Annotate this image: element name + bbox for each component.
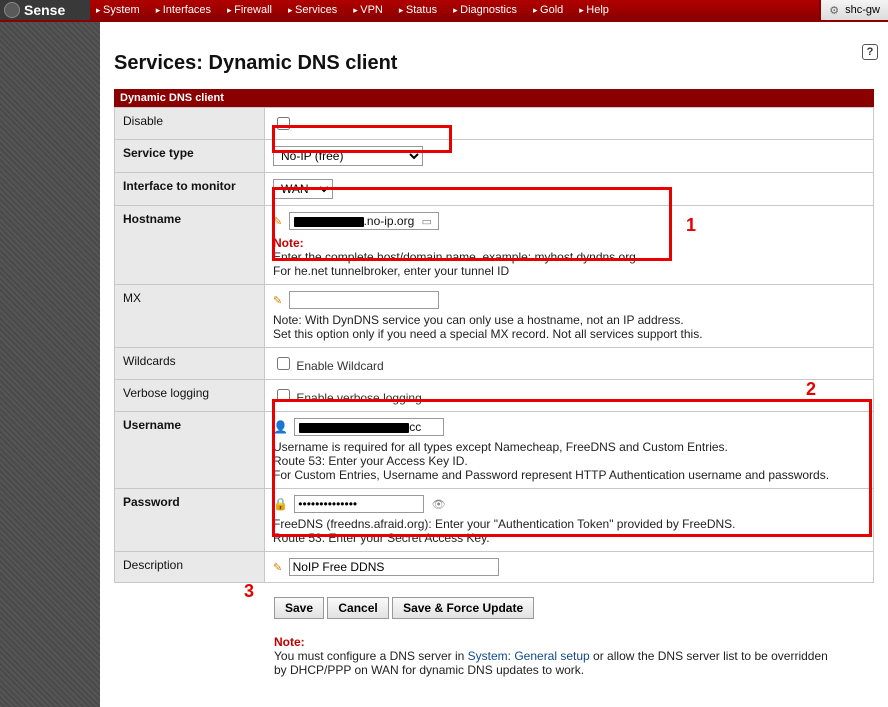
label-disable: Disable [115,108,265,140]
menu-firewall[interactable]: Firewall [227,4,272,16]
vcard-icon: ▭ [422,216,432,228]
eye-icon[interactable]: 👁 [432,499,446,511]
wildcard-checkbox[interactable] [277,357,290,370]
username-hint-1: Username is required for all types excep… [273,440,728,454]
label-username: Username [115,412,265,489]
host-tab[interactable]: ⚙ shc-gw [819,0,888,20]
page-body: ? Services: Dynamic DNS client Dynamic D… [100,22,888,707]
password-hint-2: Route 53: Enter your Secret Access Key. [273,531,490,545]
username-hint-2: Route 53: Enter your Access Key ID. [273,454,468,468]
wildcard-label: Enable Wildcard [296,359,383,373]
buttons-row: Save Cancel Save & Force Update [274,597,874,619]
menu-gold[interactable]: Gold [533,4,563,16]
disable-checkbox[interactable] [277,117,290,130]
page-title: Services: Dynamic DNS client [114,52,874,75]
label-service-type: Service type [115,140,265,173]
brand-text: Sense [24,2,65,18]
save-force-button[interactable]: Save & Force Update [392,597,534,619]
form-wrapper: Dynamic DNS client Disable Service type … [114,89,874,583]
verbose-label: Enable verbose logging [296,391,421,405]
password-input[interactable] [294,495,424,513]
label-description: Description [115,552,265,583]
menu-status[interactable]: Status [399,4,437,16]
section-header: Dynamic DNS client [114,89,874,107]
user-icon: 👤 [273,420,288,434]
menu-diagnostics[interactable]: Diagnostics [453,4,517,16]
hostname-note-2: For he.net tunnelbroker, enter your tunn… [273,264,509,278]
service-type-select[interactable]: No-IP (free) [273,146,423,166]
menu-system[interactable]: System [96,4,140,16]
label-mx: MX [115,285,265,348]
interface-select[interactable]: WAN [273,179,333,199]
cancel-button[interactable]: Cancel [327,597,388,619]
hostname-note-1: Enter the complete host/domain name. exa… [273,250,636,264]
pencil-icon: ✎ [273,216,282,228]
logo: Sense [0,0,90,20]
help-icon[interactable]: ? [862,44,878,60]
footer-note-a: You must configure a DNS server in [274,649,468,663]
username-suffix: cc [409,420,421,434]
label-wildcards: Wildcards [115,348,265,380]
label-password: Password [115,489,265,552]
main-menu: System Interfaces Firewall Services VPN … [90,0,819,20]
menu-services[interactable]: Services [288,4,337,16]
mx-hint-1: Note: With DynDNS service you can only u… [273,313,684,327]
top-bar: Sense System Interfaces Firewall Service… [0,0,888,22]
footer-note: Note: You must configure a DNS server in… [274,635,834,677]
menu-help[interactable]: Help [579,4,609,16]
hostname-suffix: .no-ip.org [364,214,415,228]
menu-interfaces[interactable]: Interfaces [156,4,211,16]
pencil-icon: ✎ [273,295,282,307]
label-interface: Interface to monitor [115,173,265,206]
gear-icon: ⚙ [829,4,839,17]
mx-hint-2: Set this option only if you need a speci… [273,327,703,341]
settings-table: Disable Service type No-IP (free) Interf… [114,107,874,583]
footer-note-title: Note: [274,635,305,649]
verbose-checkbox[interactable] [277,389,290,402]
pencil-icon: ✎ [273,562,282,574]
hostname-redacted [294,217,364,227]
label-verbose: Verbose logging [115,380,265,412]
description-input[interactable] [289,558,499,576]
username-hint-3: For Custom Entries, Username and Passwor… [273,468,829,482]
annotation-number-3: 3 [244,581,254,602]
menu-vpn[interactable]: VPN [353,4,383,16]
logo-icon [4,2,20,18]
hostname-note-title: Note: [273,236,304,250]
password-hint-1: FreeDNS (freedns.afraid.org): Enter your… [273,517,736,531]
footer-link[interactable]: System: General setup [468,649,590,663]
host-name: shc-gw [845,4,880,16]
label-hostname: Hostname [115,206,265,285]
save-button[interactable]: Save [274,597,324,619]
mx-input[interactable] [289,291,439,309]
username-redacted [299,423,409,433]
lock-icon: 🔒 [273,497,288,511]
